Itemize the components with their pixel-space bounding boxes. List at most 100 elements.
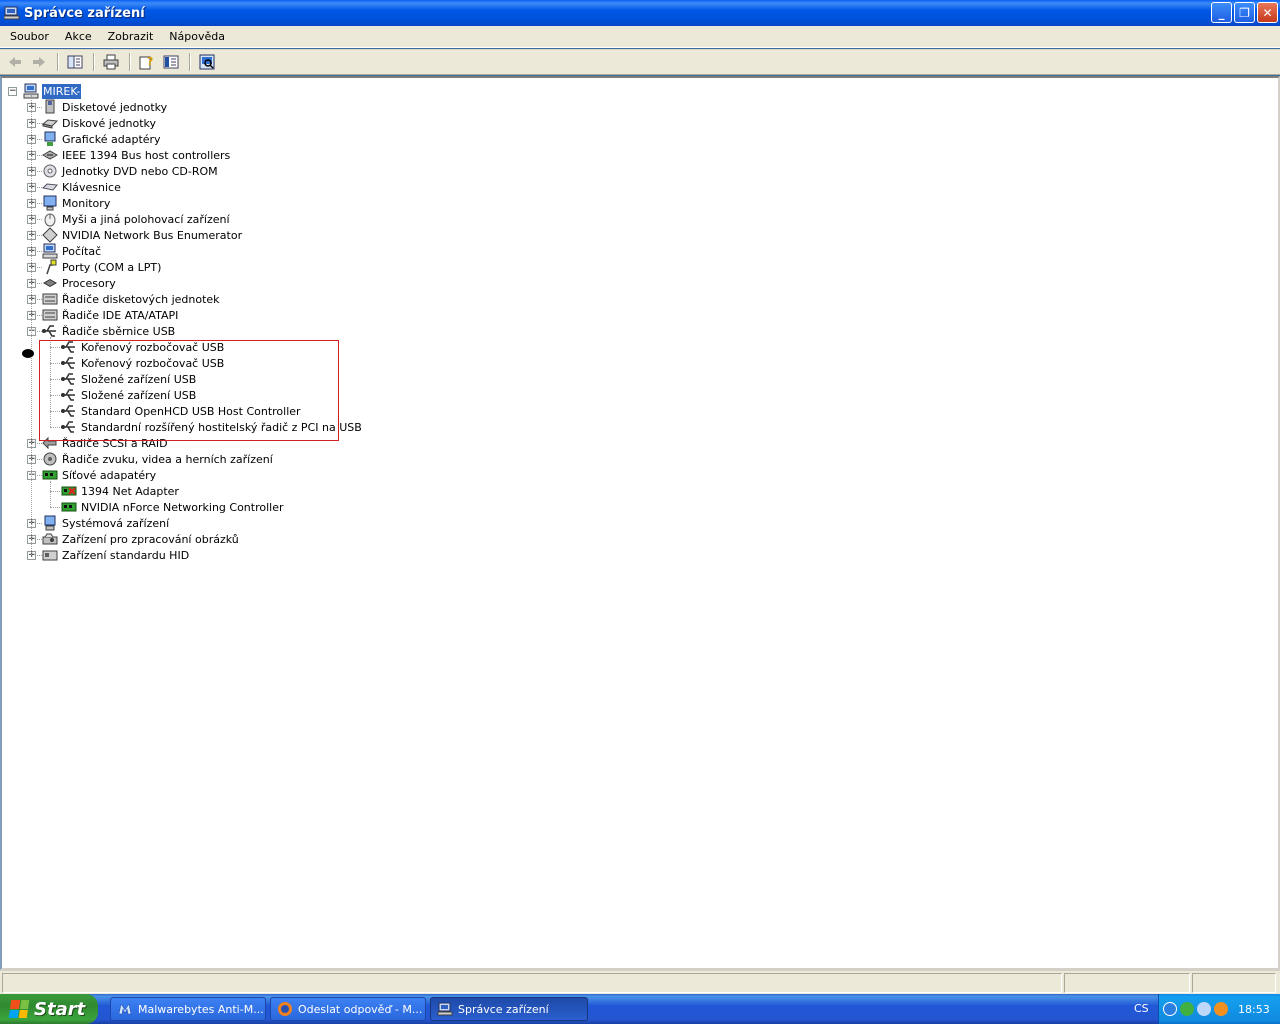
task-device-manager[interactable]: Správce zařízení bbox=[430, 997, 588, 1021]
toolbar-separator bbox=[57, 53, 59, 71]
language-indicator[interactable]: CS bbox=[1134, 1002, 1149, 1015]
task-firefox[interactable]: Odeslat odpověď - M... bbox=[270, 997, 426, 1021]
tree-device[interactable]: 1394 Net Adapter bbox=[61, 483, 180, 499]
tree-item-label: Klávesnice bbox=[62, 180, 121, 194]
tree-connector bbox=[37, 523, 42, 524]
tree-connector bbox=[37, 251, 42, 252]
tree-category[interactable]: Řadiče IDE ATA/ATAPI bbox=[42, 307, 179, 323]
tree-item-label: 1394 Net Adapter bbox=[81, 484, 179, 498]
tree-category[interactable]: Myši a jiná polohovací zařízení bbox=[42, 211, 231, 227]
tray-security-icon[interactable] bbox=[1180, 1002, 1194, 1016]
monitor-icon bbox=[42, 195, 58, 211]
menu-bar: Soubor Akce Zobrazit Nápověda bbox=[0, 26, 1280, 48]
tree-device[interactable]: NVIDIA nForce Networking Controller bbox=[61, 499, 285, 515]
show-hide-tree-icon bbox=[67, 55, 83, 69]
minimize-button[interactable]: _ bbox=[1211, 2, 1232, 23]
tray-arrow-icon[interactable] bbox=[1163, 1002, 1177, 1016]
tree-connector bbox=[37, 139, 42, 140]
tree-category[interactable]: Diskové jednotky bbox=[41, 115, 157, 131]
print-button[interactable] bbox=[100, 51, 122, 73]
cursor-mark bbox=[22, 349, 34, 358]
tray-avast-icon[interactable] bbox=[1214, 1002, 1228, 1016]
floppy-controller-icon bbox=[42, 291, 58, 307]
start-label: Start bbox=[34, 998, 86, 1020]
tree-category[interactable]: Zařízení standardu HID bbox=[42, 547, 190, 563]
hid-icon bbox=[42, 547, 58, 563]
floppy-drive-icon bbox=[42, 99, 58, 115]
device-tree-pane[interactable]: MIREK- − Disketové jednotky + Diskové jednot… bbox=[0, 76, 1280, 970]
tree-category[interactable]: Jednotky DVD nebo CD-ROM bbox=[42, 163, 219, 179]
mouse-icon bbox=[42, 211, 58, 227]
tree-category[interactable]: Porty (COM a LPT) bbox=[42, 259, 162, 275]
cdrom-icon bbox=[42, 163, 58, 179]
menu-akce[interactable]: Akce bbox=[57, 30, 100, 43]
computer-icon bbox=[42, 243, 58, 259]
tree-connector bbox=[37, 267, 42, 268]
tree-category[interactable]: Řadiče disketových jednotek bbox=[42, 291, 221, 307]
tree-category[interactable]: Procesory bbox=[42, 275, 117, 291]
scan-hardware-icon bbox=[199, 54, 215, 70]
tree-category[interactable]: Síťové adapatéry bbox=[42, 467, 157, 483]
task-label: Malwarebytes Anti-M... bbox=[138, 1002, 264, 1016]
sound-icon bbox=[42, 451, 58, 467]
properties-button[interactable] bbox=[160, 51, 182, 73]
tree-connector bbox=[37, 107, 42, 108]
window-title: Správce zařízení bbox=[24, 5, 145, 21]
title-bar[interactable]: Správce zařízení _ ❐ ✕ bbox=[0, 0, 1280, 26]
help-button[interactable]: ? bbox=[136, 51, 158, 73]
close-button[interactable]: ✕ bbox=[1257, 2, 1278, 23]
tree-category[interactable]: Zařízení pro zpracování obrázků bbox=[42, 531, 240, 547]
collapse-toggle[interactable]: − bbox=[8, 87, 17, 96]
tree-connector bbox=[37, 331, 42, 332]
restore-icon: ❐ bbox=[1239, 5, 1250, 20]
menu-napoveda[interactable]: Nápověda bbox=[161, 30, 233, 43]
tree-connector bbox=[50, 481, 51, 507]
task-malwarebytes[interactable]: Malwarebytes Anti-M... bbox=[110, 997, 266, 1021]
forward-button[interactable] bbox=[28, 51, 50, 73]
task-label: Odeslat odpověď - M... bbox=[298, 1002, 423, 1016]
tree-item-label: Řadiče sběrnice USB bbox=[62, 324, 176, 338]
close-icon: ✕ bbox=[1262, 5, 1273, 20]
tree-item-label: Disketové jednotky bbox=[62, 100, 168, 114]
tree-connector bbox=[37, 235, 42, 236]
disk-drive-icon bbox=[41, 115, 59, 131]
tree-connector bbox=[37, 539, 42, 540]
tree-category[interactable]: Monitory bbox=[42, 195, 111, 211]
tree-connector bbox=[37, 459, 42, 460]
annotation-highlight-box bbox=[39, 340, 339, 441]
help-icon: ? bbox=[139, 55, 153, 70]
menu-zobrazit[interactable]: Zobrazit bbox=[100, 30, 162, 43]
tree-connector bbox=[37, 443, 42, 444]
menu-soubor[interactable]: Soubor bbox=[0, 30, 57, 43]
tray-malwarebytes-icon[interactable] bbox=[1197, 1002, 1211, 1016]
print-icon bbox=[103, 54, 119, 70]
tree-connector bbox=[50, 491, 60, 492]
start-button[interactable]: Start bbox=[0, 994, 98, 1024]
clock[interactable]: 18:53 bbox=[1238, 1003, 1270, 1016]
ide-controller-icon bbox=[42, 307, 58, 323]
tree-item-label: MIREK- bbox=[42, 83, 82, 99]
tree-category[interactable]: Řadiče zvuku, videa a herních zařízení bbox=[42, 451, 274, 467]
back-button[interactable] bbox=[4, 51, 26, 73]
tree-category[interactable]: Disketové jednotky bbox=[42, 99, 168, 115]
system-devices-icon bbox=[42, 515, 58, 531]
tree-item-label: Grafické adaptéry bbox=[62, 132, 161, 146]
tree-category[interactable]: Grafické adaptéry bbox=[42, 131, 162, 147]
tree-item-label: Zařízení standardu HID bbox=[62, 548, 190, 562]
imaging-device-icon bbox=[42, 531, 58, 547]
tree-connector bbox=[37, 123, 42, 124]
svg-text:?: ? bbox=[147, 55, 153, 68]
tree-category[interactable]: Počítač bbox=[42, 243, 102, 259]
tree-category[interactable]: Systémová zařízení bbox=[42, 515, 170, 531]
display-adapter-icon bbox=[42, 131, 58, 147]
status-panel-2 bbox=[1064, 973, 1190, 993]
tree-category[interactable]: IEEE 1394 Bus host controllers bbox=[41, 147, 231, 163]
scan-hardware-button[interactable] bbox=[196, 51, 218, 73]
show-hide-tree-button[interactable] bbox=[64, 51, 86, 73]
maximize-button[interactable]: ❐ bbox=[1234, 2, 1255, 23]
tree-item-label: Síťové adapatéry bbox=[62, 468, 157, 482]
system-tray: 18:53 bbox=[1158, 994, 1280, 1024]
tree-category[interactable]: Řadiče sběrnice USB bbox=[42, 323, 176, 339]
tree-category[interactable]: Klávesnice bbox=[41, 179, 122, 195]
tree-category[interactable]: NVIDIA Network Bus Enumerator bbox=[42, 227, 243, 243]
